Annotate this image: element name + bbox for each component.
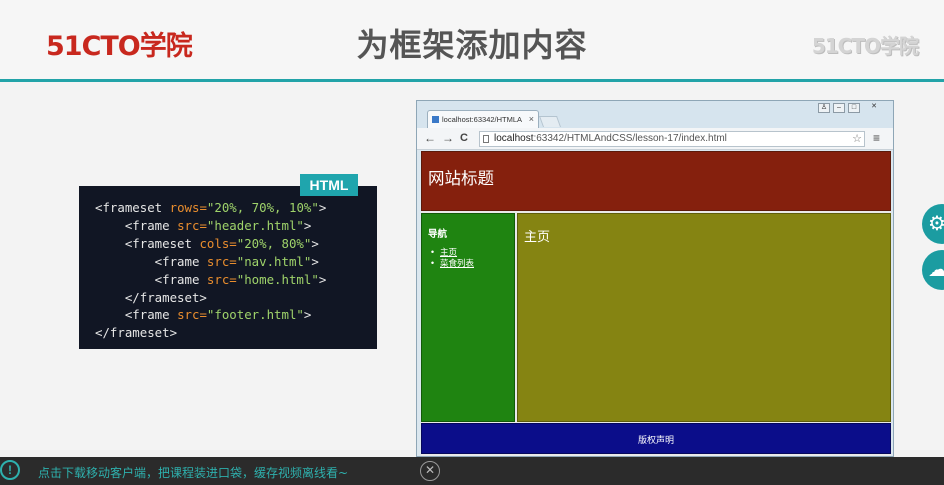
code-language-badge: HTML xyxy=(300,174,358,196)
frame-nav: 导航 主页 菜食列表 xyxy=(421,213,515,422)
code-token-tag: <frame xyxy=(95,271,207,287)
page-icon xyxy=(483,135,489,143)
reload-icon[interactable]: C xyxy=(460,131,468,146)
code-token-tag: > xyxy=(311,253,319,269)
maximize-button[interactable]: □ xyxy=(848,103,860,113)
code-token-tag: > xyxy=(318,200,327,215)
site-title: 网站标题 xyxy=(428,169,494,188)
code-line: <frame src="nav.html"> xyxy=(95,253,377,271)
menu-icon[interactable]: ≡ xyxy=(873,131,880,145)
code-token-tag: <frameset xyxy=(95,200,170,215)
code-line: <frame src="footer.html"> xyxy=(95,306,377,324)
code-token-val: "footer.html" xyxy=(206,307,304,323)
code-snippet: <frameset rows="20%, 70%, 10%"> <frame s… xyxy=(79,186,377,349)
code-token-val: "20%, 70%, 10%" xyxy=(206,200,319,215)
new-tab-button[interactable] xyxy=(538,116,562,127)
code-token-tag: > xyxy=(303,307,312,323)
minimize-button[interactable]: – xyxy=(833,103,845,113)
code-token-tag: > xyxy=(303,217,312,233)
code-token-tag: <frame xyxy=(95,217,178,233)
code-token-tag: > xyxy=(318,271,327,287)
tab-title: localhost:63342/HTMLA xyxy=(442,115,523,124)
slide-title: 为框架添加内容 xyxy=(356,26,588,64)
code-token-attr: src= xyxy=(206,253,237,269)
code-line: <frame src="header.html"> xyxy=(95,217,377,235)
code-lines: <frameset rows="20%, 70%, 10%"> <frame s… xyxy=(95,199,377,342)
browser-toolbar: ← → C localhost:63342/HTMLAndCSS/lesson-… xyxy=(417,128,893,150)
code-line: <frameset cols="20%, 80%"> xyxy=(95,235,377,253)
info-icon: ! xyxy=(0,460,20,480)
code-token-tag: </frameset> xyxy=(95,325,178,341)
code-token-val: "header.html" xyxy=(206,217,304,233)
browser-window: localhost:63342/HTMLA × ♙ – □ ✕ ← → C lo… xyxy=(416,100,894,457)
code-token-attr: rows= xyxy=(169,200,207,215)
notice-text[interactable]: 点击下载移动客户端，把课程装进口袋，缓存视频离线看~ xyxy=(38,464,348,481)
back-icon[interactable]: ← xyxy=(424,131,436,146)
copyright-text: 版权声明 xyxy=(637,436,674,446)
address-bar[interactable]: localhost:63342/HTMLAndCSS/lesson-17/ind… xyxy=(479,131,865,147)
code-token-tag: </frameset> xyxy=(95,289,207,305)
code-token-tag: > xyxy=(311,235,319,251)
close-icon[interactable]: ✕ xyxy=(420,461,440,481)
home-heading: 主页 xyxy=(524,230,551,245)
code-token-val: "nav.html" xyxy=(236,253,312,269)
frame-footer: 版权声明 xyxy=(421,423,891,454)
slide-header: 51CTO学院 为框架添加内容 51CTO学院 xyxy=(0,0,944,80)
browser-viewport: 网站标题 导航 主页 菜食列表 主页 版权声明 xyxy=(421,151,891,456)
code-token-tag: <frame xyxy=(95,253,207,269)
tab-close-icon[interactable]: × xyxy=(529,111,534,128)
url-path: :63342/HTMLAndCSS/lesson-17/index.html xyxy=(533,133,727,144)
nav-list: 主页 菜食列表 xyxy=(430,248,474,270)
code-token-attr: cols= xyxy=(199,235,237,251)
code-line: <frame src="home.html"> xyxy=(95,271,377,289)
code-token-attr: src= xyxy=(206,271,237,287)
code-token-tag: <frameset xyxy=(95,235,200,251)
code-token-tag: <frame xyxy=(95,307,178,323)
frame-home: 主页 xyxy=(517,213,891,422)
download-notice-bar: ! 点击下载移动客户端，把课程装进口袋，缓存视频离线看~ ✕ xyxy=(0,457,944,485)
code-line: </frameset> xyxy=(95,289,377,307)
frame-header: 网站标题 xyxy=(421,151,891,211)
window-controls: ♙ – □ ✕ xyxy=(818,103,885,115)
browser-tab[interactable]: localhost:63342/HTMLA × xyxy=(427,110,539,128)
code-token-attr: src= xyxy=(177,307,207,323)
forward-icon[interactable]: → xyxy=(442,131,454,146)
close-window-button[interactable]: ✕ xyxy=(863,103,885,113)
code-line: </frameset> xyxy=(95,324,377,342)
code-line: <frameset rows="20%, 70%, 10%"> xyxy=(95,199,377,217)
bookmark-star-icon[interactable]: ☆ xyxy=(852,132,862,146)
nav-link-home[interactable]: 主页 xyxy=(430,248,474,259)
url-host: localhost xyxy=(494,133,534,144)
nav-link-menu[interactable]: 菜食列表 xyxy=(430,259,474,270)
code-token-attr: src= xyxy=(177,217,207,233)
watermark-logo: 51CTO学院 xyxy=(811,34,919,58)
code-token-val: "20%, 80%" xyxy=(236,235,312,251)
favicon-icon xyxy=(432,116,439,123)
tab-bar: localhost:63342/HTMLA × ♙ – □ ✕ xyxy=(417,101,893,128)
nav-heading: 导航 xyxy=(428,229,448,240)
user-icon[interactable]: ♙ xyxy=(818,103,830,113)
code-token-val: "home.html" xyxy=(236,271,319,287)
